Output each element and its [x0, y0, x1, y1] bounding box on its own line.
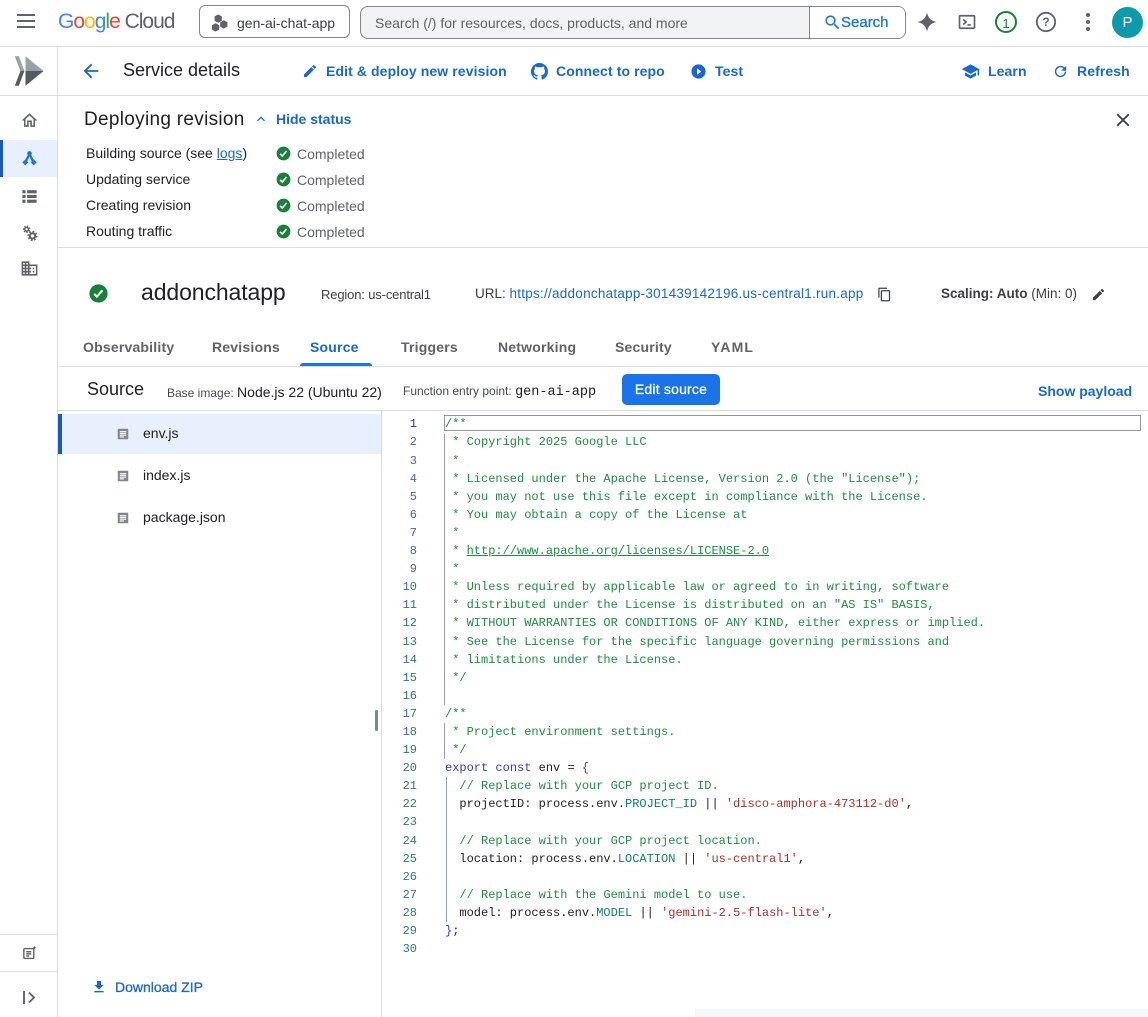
- svg-text:?: ?: [1042, 15, 1049, 29]
